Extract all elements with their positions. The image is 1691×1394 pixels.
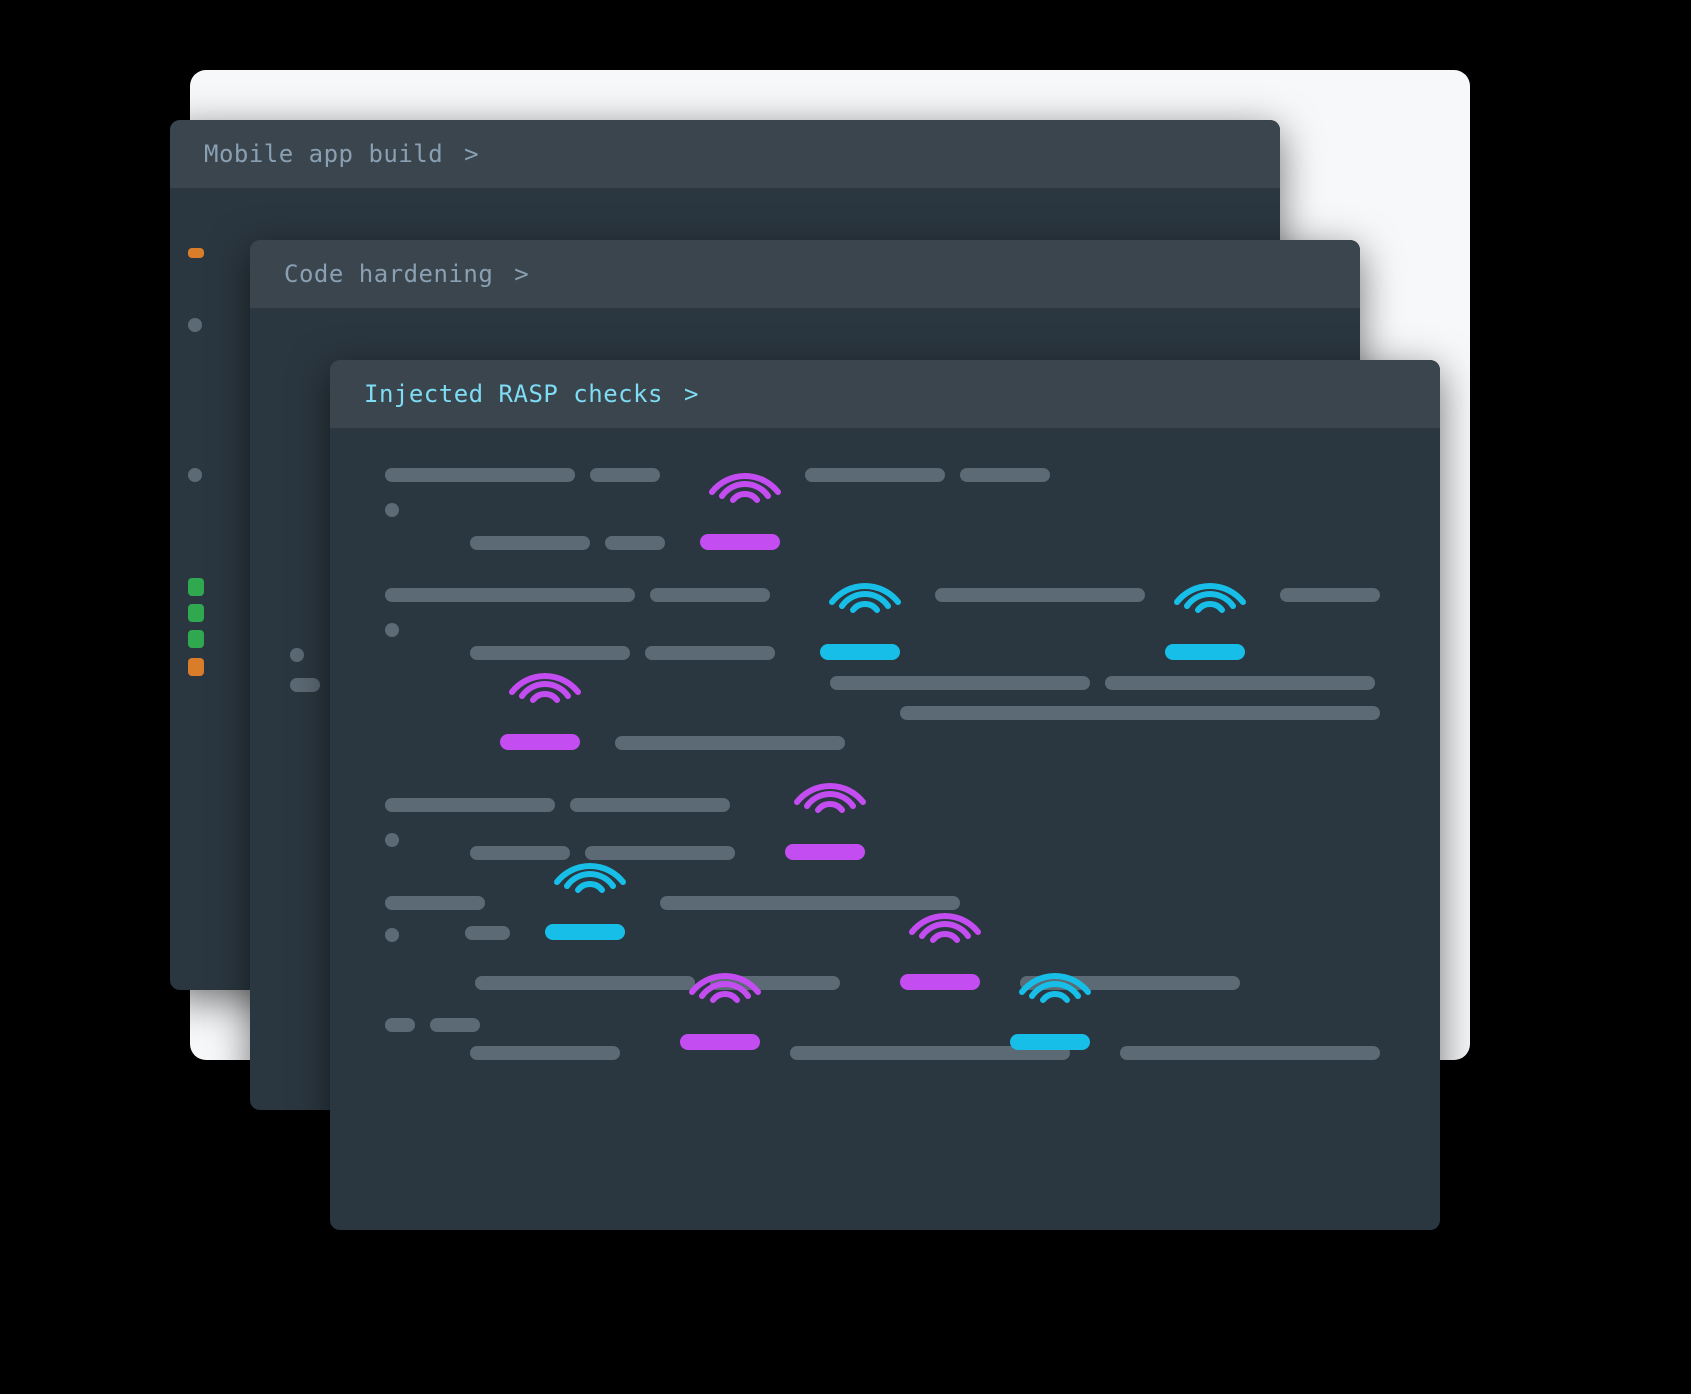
code-bar [710,976,840,990]
window-injected-rasp-checks: Injected RASP checks > [330,360,1440,1230]
code-bar [385,623,399,637]
gutter-marker [188,604,204,622]
highlight-bar [820,644,900,660]
signal-icon [820,556,910,616]
code-bar [385,896,485,910]
window-titlebar: Mobile app build > [170,120,1280,188]
code-bar [650,588,770,602]
code-bar [385,503,399,517]
code-bar [900,706,1380,720]
code-bar [805,468,945,482]
code-bar [585,846,735,860]
highlight-bar [1010,1034,1090,1050]
signal-icon [900,886,990,946]
code-bar [188,468,202,482]
code-bar [1105,676,1375,690]
window-title: Mobile app build [204,140,443,168]
code-bar [385,588,635,602]
highlight-bar [700,534,780,550]
code-bar [935,588,1145,602]
code-bar [645,646,775,660]
gutter-marker [188,578,204,596]
code-bar [430,1018,480,1032]
code-bar [570,798,730,812]
code-bar [385,833,399,847]
code-bar [290,648,304,662]
highlight-bar [545,924,625,940]
highlight-bar [680,1034,760,1050]
code-bar [385,928,399,942]
code-bar [590,468,660,482]
code-bar [385,468,575,482]
highlight-bar [1165,644,1245,660]
highlight-bar [900,974,980,990]
signal-icon [1165,556,1255,616]
window-titlebar: Code hardening > [250,240,1360,308]
gutter-marker [188,658,204,676]
code-bar [1280,588,1380,602]
highlight-bar [785,844,865,860]
code-bar [188,318,202,332]
code-bar [465,926,510,940]
window-title: Injected RASP checks [364,380,663,408]
code-bar [660,896,960,910]
signal-icon [700,446,790,506]
gutter-marker [188,248,204,258]
code-bar [290,678,320,692]
code-bar [470,846,570,860]
gutter-marker [188,630,204,648]
window-title: Code hardening [284,260,493,288]
code-bar [605,536,665,550]
signal-icon [545,836,635,896]
chevron-right-icon: > [464,140,479,168]
code-bar [475,976,695,990]
code-bar [385,798,555,812]
code-bar [960,468,1050,482]
chevron-right-icon: > [514,260,529,288]
code-bar [830,676,1090,690]
code-bar [470,646,630,660]
code-bar [1120,1046,1380,1060]
code-bar [615,736,845,750]
signal-icon [785,756,875,816]
window-titlebar: Injected RASP checks > [330,360,1440,428]
code-bar [470,536,590,550]
window-body [330,428,1440,1228]
illustration-stage: Mobile app build > Code hardening > Inje… [170,70,1470,1270]
chevron-right-icon: > [684,380,699,408]
code-bar [385,1018,415,1032]
code-bar [470,1046,620,1060]
highlight-bar [500,734,580,750]
code-bar [1020,976,1240,990]
